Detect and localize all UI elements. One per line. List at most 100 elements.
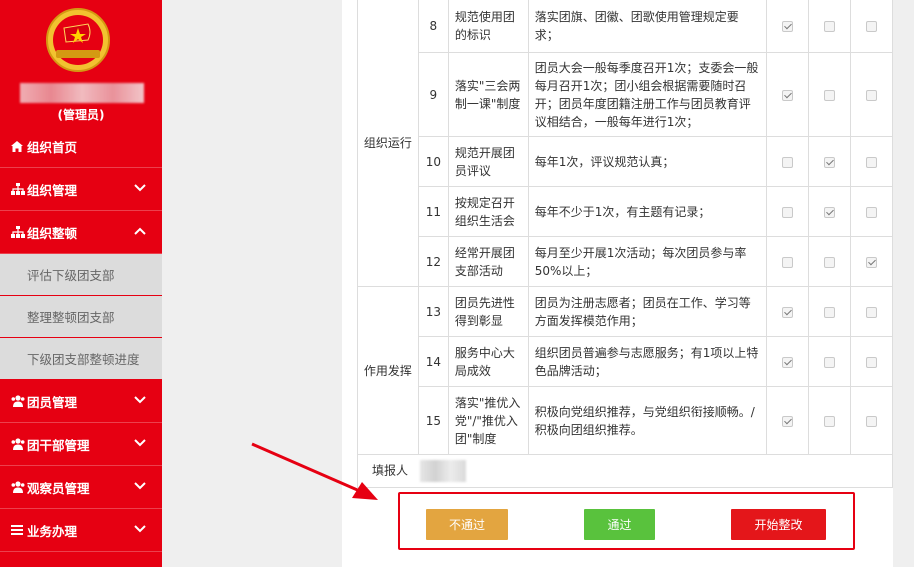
check-cell[interactable]	[808, 336, 852, 387]
approve-button[interactable]: 通过	[584, 509, 655, 540]
sidebar-item-label: 业务办理	[27, 523, 78, 539]
check-cell[interactable]	[766, 236, 810, 287]
sidebar-item-label: 组织管理	[27, 182, 78, 198]
sidebar-item-label: 团员管理	[27, 394, 78, 410]
checkbox[interactable]	[824, 356, 836, 368]
submenu-item-evaluate[interactable]: 评估下级团支部	[0, 254, 162, 296]
reject-button[interactable]: 不通过	[426, 509, 508, 540]
check-cell[interactable]	[808, 386, 852, 455]
submenu-item-rectify-branch[interactable]: 整理整顿团支部	[0, 296, 162, 338]
users-icon	[11, 481, 25, 493]
table-row: 12 经常开展团支部活动 每月至少开展1次活动；每次团员参与率50%以上；	[358, 236, 893, 287]
sidebar-item-org-manage[interactable]: 组织管理	[0, 168, 162, 211]
check-cell[interactable]	[850, 386, 893, 455]
checkbox[interactable]	[824, 415, 836, 427]
checkbox[interactable]	[824, 256, 836, 268]
check-cell[interactable]	[808, 286, 852, 337]
checkbox[interactable]	[866, 415, 877, 427]
filler-row: 填报人	[357, 454, 893, 488]
item-name: 团员先进性得到彰显	[447, 286, 529, 337]
row-number: 11	[417, 186, 449, 237]
sidebar-item-observer-manage[interactable]: 观察员管理	[0, 466, 162, 509]
item-name: 落实"三会两制一课"制度	[447, 52, 529, 137]
table-row: 14 服务中心大局成效 组织团员普遍参与志愿服务；有1项以上特色品牌活动；	[358, 336, 893, 387]
item-standard: 团员大会一般每季度召开1次；支委会一般每月召开1次；团小组会根据需要随时召开；团…	[527, 52, 768, 137]
checkbox[interactable]	[782, 415, 794, 427]
sidebar-item-label: 组织首页	[27, 140, 78, 155]
sidebar-item-org-rectify[interactable]: 组织整顿	[0, 211, 162, 254]
start-rectify-button[interactable]: 开始整改	[731, 509, 826, 540]
check-cell[interactable]	[850, 336, 893, 387]
item-name: 服务中心大局成效	[447, 336, 529, 387]
check-cell[interactable]	[766, 136, 810, 187]
table-row: 作用发挥 13 团员先进性得到彰显 团员为注册志愿者；团员在工作、学习等方面发挥…	[357, 286, 893, 455]
item-standard: 每月至少开展1次活动；每次团员参与率50%以上；	[527, 236, 768, 287]
submenu-item-progress[interactable]: 下级团支部整顿进度	[0, 338, 162, 380]
check-cell[interactable]	[850, 286, 893, 337]
checkbox[interactable]	[782, 156, 794, 168]
checkbox[interactable]	[782, 20, 794, 32]
check-cell[interactable]	[850, 52, 893, 137]
sidebar-item-member-manage[interactable]: 团员管理	[0, 380, 162, 423]
check-cell[interactable]	[808, 136, 852, 187]
checkbox[interactable]	[866, 256, 877, 268]
check-cell[interactable]	[850, 186, 893, 237]
check-cell[interactable]	[808, 0, 852, 53]
sitemap-icon	[11, 226, 25, 238]
checkbox[interactable]	[824, 156, 836, 168]
checkbox[interactable]	[866, 89, 877, 101]
sidebar-item-label: 观察员管理	[27, 480, 90, 496]
chevron-down-icon	[134, 396, 146, 404]
check-cell[interactable]	[766, 0, 810, 53]
sidebar-item-label: 组织整顿	[27, 225, 78, 241]
check-cell[interactable]	[766, 336, 810, 387]
check-cell[interactable]	[808, 52, 852, 137]
check-cell[interactable]	[850, 0, 893, 53]
row-number: 13	[417, 286, 449, 337]
checkbox[interactable]	[824, 89, 836, 101]
checkbox[interactable]	[824, 20, 836, 32]
checkbox[interactable]	[782, 306, 794, 318]
checkbox[interactable]	[824, 306, 836, 318]
checkbox[interactable]	[824, 206, 836, 218]
checkbox[interactable]	[866, 20, 877, 32]
checkbox[interactable]	[782, 256, 794, 268]
item-standard: 每年1次，评议规范认真；	[527, 136, 768, 187]
table-row: 9 落实"三会两制一课"制度 团员大会一般每季度召开1次；支委会一般每月召开1次…	[358, 52, 893, 137]
checkbox[interactable]	[866, 156, 877, 168]
checkbox[interactable]	[782, 89, 794, 101]
check-cell[interactable]	[808, 186, 852, 237]
checkbox[interactable]	[782, 356, 794, 368]
chevron-down-icon	[134, 439, 146, 447]
filler-cell: 填报人	[357, 454, 893, 488]
content-background	[162, 0, 342, 567]
content-background-right	[893, 0, 914, 567]
row-number: 10	[417, 136, 449, 187]
check-cell[interactable]	[766, 386, 810, 455]
checkbox[interactable]	[866, 356, 877, 368]
item-standard: 落实团旗、团徽、团歌使用管理规定要求；	[527, 0, 768, 53]
item-standard: 团员为注册志愿者；团员在工作、学习等方面发挥模范作用；	[527, 286, 768, 337]
sidebar-item-label: 团干部管理	[27, 437, 90, 453]
username-blurred	[20, 83, 144, 103]
chevron-down-icon	[134, 482, 146, 490]
row-number: 8	[417, 0, 449, 53]
sidebar: (管理员) 组织首页 组织管理 组织整顿 评估下级团支部 整理整顿团支部 下级团…	[0, 0, 162, 567]
table-row: 组织运行 8 规范使用团的标识 落实团旗、团徽、团歌使用管理规定要求；	[357, 0, 893, 287]
filler-label: 填报人	[372, 463, 409, 478]
check-cell[interactable]	[766, 186, 810, 237]
check-cell[interactable]	[850, 136, 893, 187]
check-cell[interactable]	[850, 236, 893, 287]
checkbox[interactable]	[866, 306, 877, 318]
check-cell[interactable]	[808, 236, 852, 287]
sidebar-item-cadre-manage[interactable]: 团干部管理	[0, 423, 162, 466]
sidebar-item-home[interactable]: 组织首页	[0, 126, 162, 168]
chevron-down-icon	[134, 525, 146, 533]
checkbox[interactable]	[866, 206, 877, 218]
check-cell[interactable]	[766, 52, 810, 137]
sidebar-item-business[interactable]: 业务办理	[0, 509, 162, 552]
item-standard: 每年不少于1次，有主题有记录；	[527, 186, 768, 237]
category-cell: 作用发挥	[357, 286, 419, 455]
checkbox[interactable]	[782, 206, 794, 218]
check-cell[interactable]	[766, 286, 810, 337]
